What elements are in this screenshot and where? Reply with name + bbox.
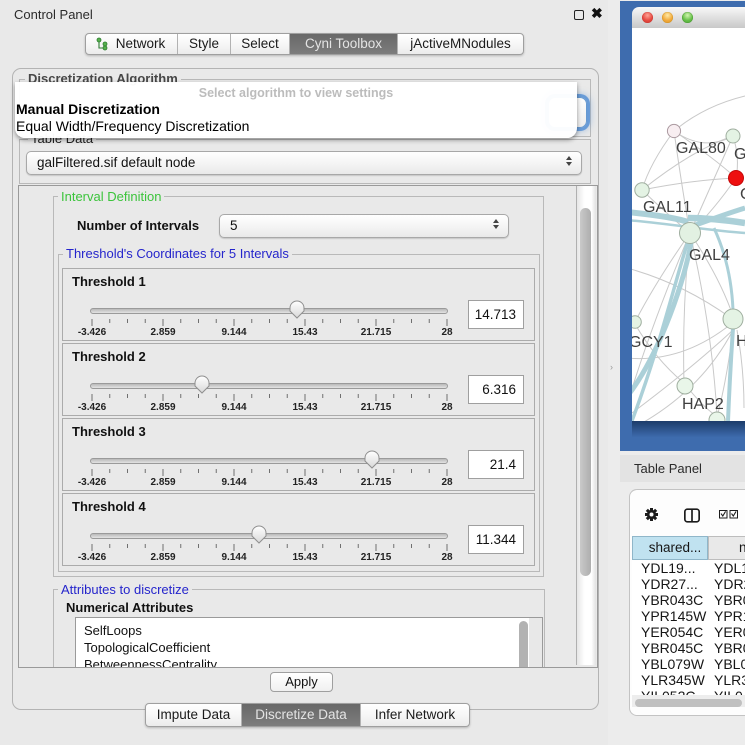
- svg-text:HAP2: HAP2: [682, 396, 724, 413]
- svg-text:GCY1: GCY1: [632, 334, 673, 351]
- svg-text:H: H: [736, 333, 745, 350]
- svg-text:GAL4: GAL4: [689, 247, 730, 264]
- svg-text:GAL11: GAL11: [643, 199, 692, 216]
- svg-text:GAL80: GAL80: [676, 140, 726, 157]
- svg-text:C: C: [740, 186, 745, 203]
- svg-text:GA: GA: [734, 146, 745, 163]
